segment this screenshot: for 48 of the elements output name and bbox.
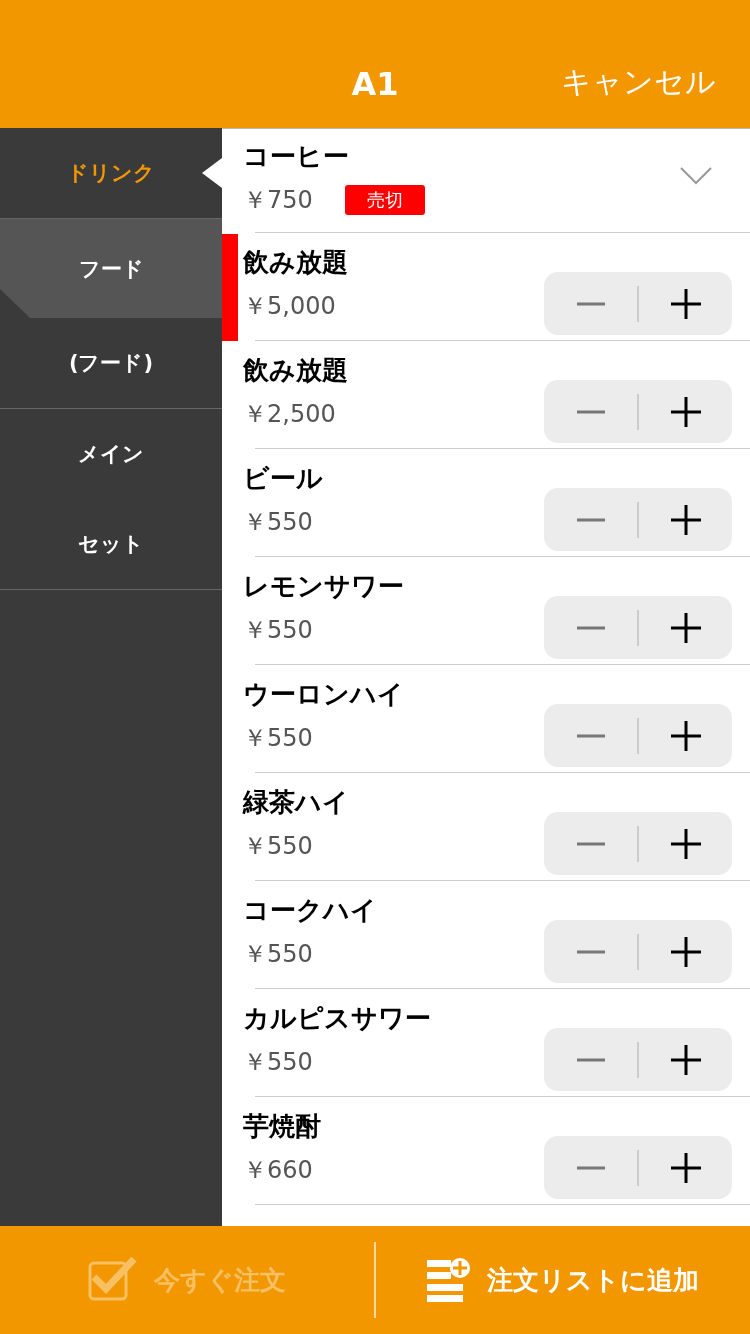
item-name: カルピスサワー <box>243 1002 432 1035</box>
plus-icon <box>670 288 701 319</box>
item-price: ￥550 <box>243 723 313 754</box>
item-name: ビール <box>243 462 324 495</box>
item-price: ￥750 <box>243 184 313 216</box>
category-tab[interactable]: メイン <box>0 409 222 499</box>
item-name: コーヒー <box>243 139 350 173</box>
sold-out-badge: 売切 <box>344 184 425 215</box>
minus-icon <box>576 841 605 846</box>
plus-icon <box>670 504 701 535</box>
item-name: 飲み放題 <box>243 246 349 279</box>
item-name: レモンサワー <box>243 570 405 603</box>
plus-icon <box>670 1152 701 1183</box>
item-price: ￥550 <box>243 507 313 538</box>
minus-icon <box>576 301 605 306</box>
item-name: 飲み放題 <box>243 354 349 387</box>
item-name: コークハイ <box>243 894 378 927</box>
minus-icon <box>576 733 605 738</box>
item-price: ￥660 <box>243 1155 313 1186</box>
minus-icon <box>576 517 605 522</box>
item-price: ￥550 <box>243 615 313 646</box>
item-price: ￥5,000 <box>243 291 336 322</box>
minus-icon <box>576 1057 605 1062</box>
item-price: ￥550 <box>243 1047 313 1078</box>
checkbox-icon <box>88 1257 138 1303</box>
category-tab[interactable]: (フード) <box>0 318 222 408</box>
minus-icon <box>576 409 605 414</box>
plus-icon <box>670 396 701 427</box>
minus-icon <box>576 1165 605 1170</box>
chevron-down-icon[interactable] <box>680 167 712 185</box>
item-name: 芋焼酎 <box>243 1110 322 1143</box>
item-name: ウーロンハイ <box>243 678 405 711</box>
item-price: ￥550 <box>243 831 313 862</box>
minus-icon <box>576 625 605 630</box>
category-header[interactable]: フード <box>0 219 222 318</box>
plus-icon <box>670 828 701 859</box>
plus-icon <box>670 612 701 643</box>
table-title: A1 <box>351 65 399 103</box>
list-add-icon <box>427 1258 471 1302</box>
plus-icon <box>670 1044 701 1075</box>
minus-icon <box>576 949 605 954</box>
plus-icon <box>670 720 701 751</box>
item-name: 緑茶ハイ <box>243 786 350 819</box>
item-price: ￥2,500 <box>243 399 336 430</box>
item-price: ￥550 <box>243 939 313 970</box>
category-tab[interactable]: ドリンク <box>0 128 222 218</box>
category-tab[interactable]: セット <box>0 499 222 589</box>
plus-icon <box>670 936 701 967</box>
